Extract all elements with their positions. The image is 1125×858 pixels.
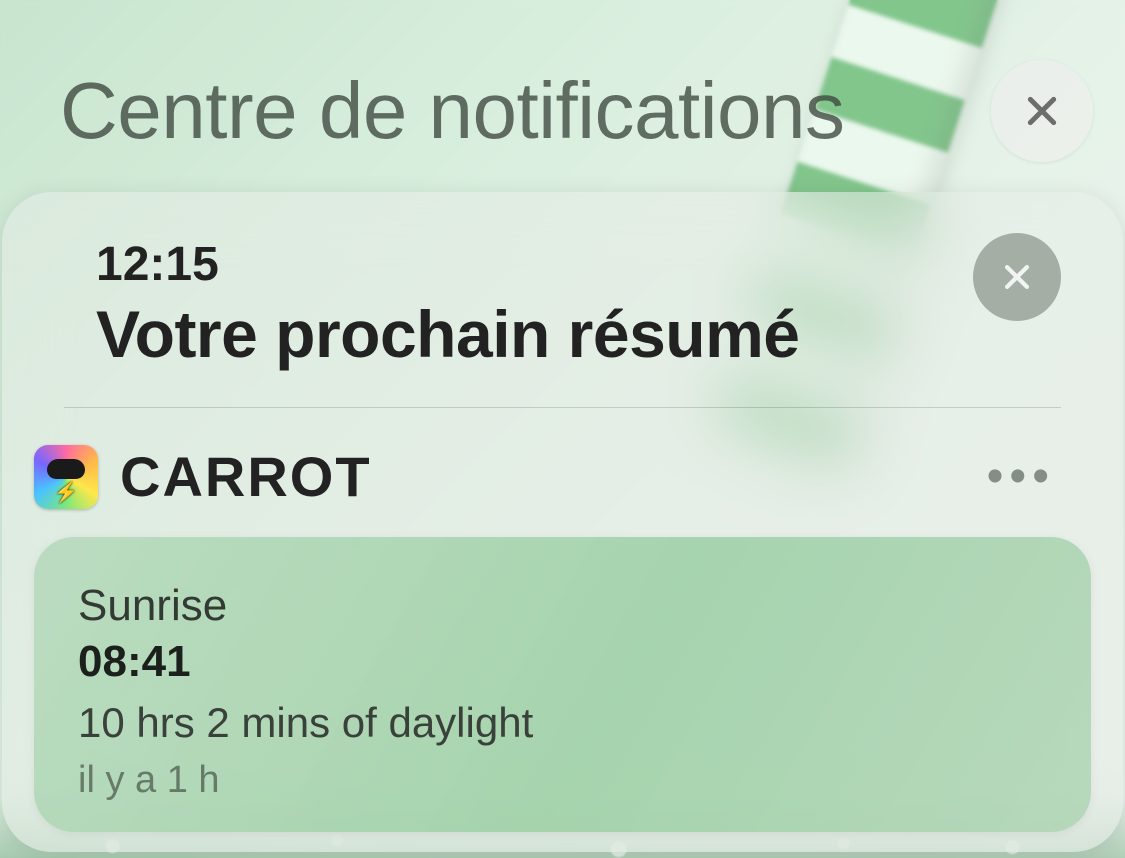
close-icon bbox=[1000, 260, 1034, 294]
summary-header: 12:15 Votre prochain résumé bbox=[34, 237, 1091, 407]
summary-card[interactable]: 12:15 Votre prochain résumé ⚡ CARROT •••… bbox=[2, 192, 1123, 852]
notification-time: 08:41 bbox=[78, 637, 1043, 687]
more-options-button[interactable]: ••• bbox=[981, 453, 1061, 501]
dismiss-summary-button[interactable] bbox=[973, 233, 1061, 321]
notification-timestamp: il y a 1 h bbox=[78, 759, 1043, 802]
notification-title: Sunrise bbox=[78, 581, 1043, 631]
close-button[interactable] bbox=[991, 60, 1093, 162]
notification-center-header: Centre de notifications bbox=[0, 0, 1125, 192]
notification-body: 10 hrs 2 mins of daylight bbox=[78, 699, 1043, 747]
app-identity: ⚡ CARROT bbox=[34, 444, 372, 509]
summary-text-block: 12:15 Votre prochain résumé bbox=[96, 237, 799, 372]
summary-time: 12:15 bbox=[96, 237, 799, 292]
page-title: Centre de notifications bbox=[60, 65, 845, 157]
app-name: CARROT bbox=[120, 444, 372, 509]
carrot-app-icon: ⚡ bbox=[34, 445, 98, 509]
summary-title: Votre prochain résumé bbox=[96, 296, 799, 372]
notification-item[interactable]: Sunrise 08:41 10 hrs 2 mins of daylight … bbox=[34, 537, 1091, 832]
app-header-row: ⚡ CARROT ••• bbox=[34, 408, 1091, 537]
ellipsis-icon: ••• bbox=[987, 450, 1055, 503]
close-icon bbox=[1022, 91, 1062, 131]
